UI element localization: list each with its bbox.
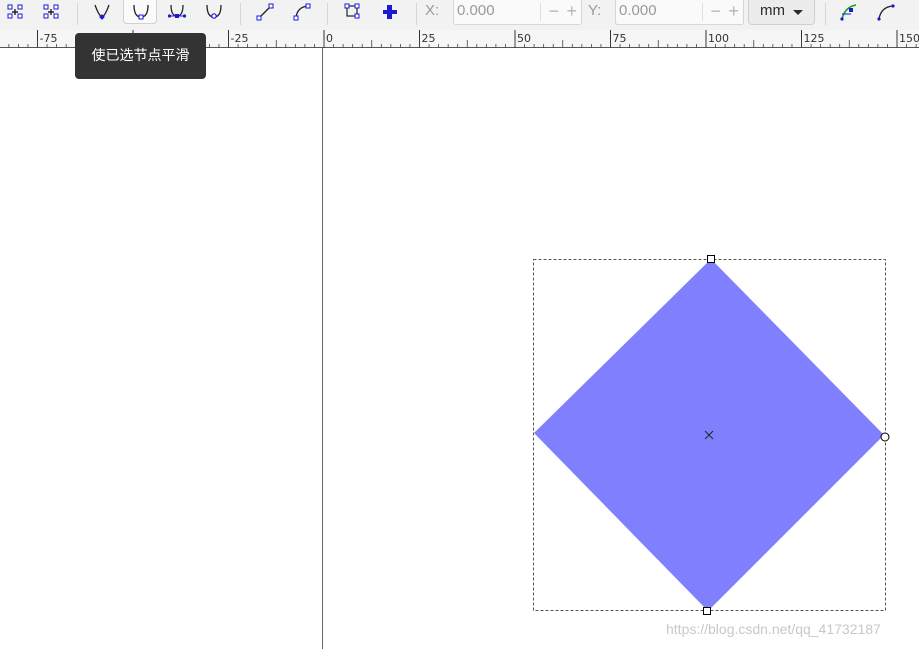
- bottom-node-handle[interactable]: [703, 607, 711, 615]
- tooltip: 使已选节点平滑: [75, 33, 206, 79]
- right-smooth-node-handle[interactable]: [880, 432, 890, 442]
- top-node-handle[interactable]: [707, 255, 715, 263]
- watermark: https://blog.csdn.net/qq_41732187: [666, 621, 881, 637]
- selected-diamond-path[interactable]: [0, 0, 919, 649]
